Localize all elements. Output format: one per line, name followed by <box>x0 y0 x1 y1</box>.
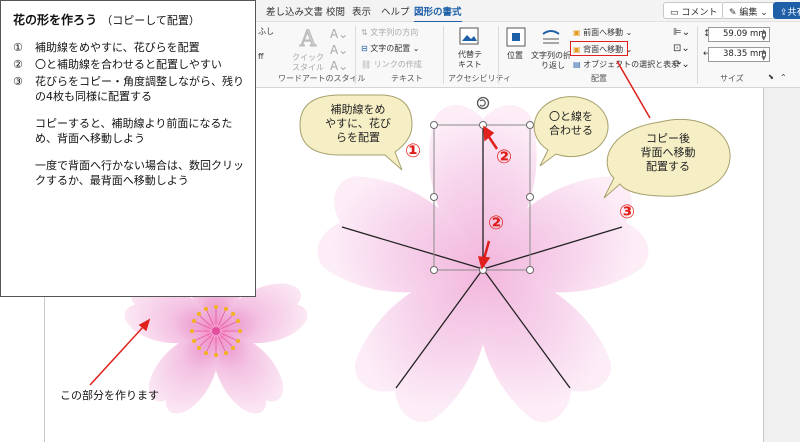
resize-handle[interactable] <box>430 121 438 129</box>
marker-two-top: ② <box>496 146 513 168</box>
instruction-panel: 花の形を作ろう （コピーして配置） ① 補助線をめやすに、花びらを配置 ② 〇と… <box>0 0 256 297</box>
instruction-note-2: 一度で背面へ行かない場合は、数回クリックするか、最背面へ移動しよう <box>35 159 244 187</box>
step-1: ① 補助線をめやすに、花びらを配置 <box>13 41 200 54</box>
instruction-title: 花の形を作ろう （コピーして配置） <box>13 13 200 27</box>
callout-text-3: コピー後 背面へ移動 配置する <box>640 132 696 173</box>
resize-handle[interactable] <box>430 193 438 201</box>
resize-handle[interactable] <box>526 193 534 201</box>
rotate-handle-icon[interactable] <box>476 96 490 110</box>
instruction-note-1: コピーすると、補助線より前面になるため、背面へ移動しよう <box>35 117 233 145</box>
resize-handle[interactable] <box>430 266 438 274</box>
marker-three: ③ <box>619 201 636 223</box>
step-2: ② 〇と補助線を合わせると配置しやすい <box>13 58 222 71</box>
step-3: ③ 花びらをコピー・角度調整しながら、残りの4枚も同様に配置する <box>13 75 244 103</box>
note-text: この部分を作ります <box>60 389 159 402</box>
marker-one: ① <box>405 140 422 162</box>
callout-text-2: 〇と線を 合わせる <box>549 110 593 137</box>
marker-two-center: ② <box>488 212 505 234</box>
callout-text-1: 補助線をめ やすに、花び らを配置 <box>325 103 391 144</box>
resize-handle[interactable] <box>526 266 534 274</box>
